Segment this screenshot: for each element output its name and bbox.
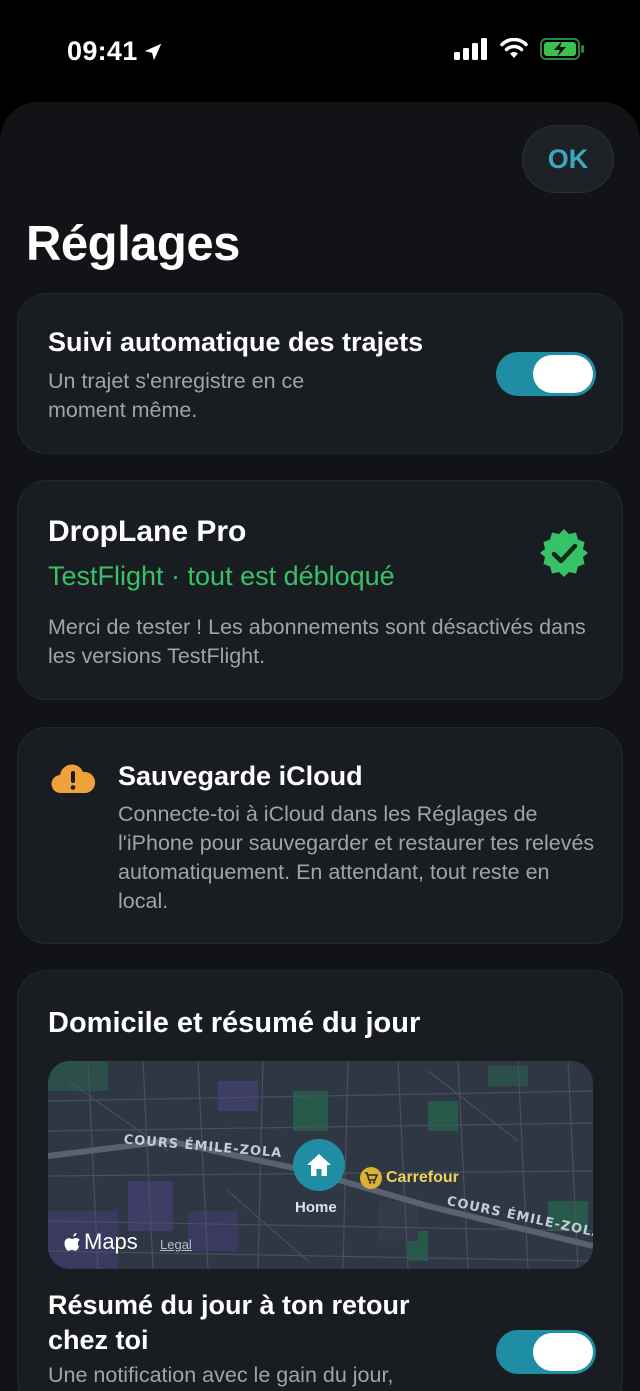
- apple-maps-brand: Maps: [64, 1229, 138, 1255]
- pro-card: DropLane Pro TestFlight · tout est déblo…: [17, 480, 623, 700]
- cellular-signal-icon: [454, 38, 487, 60]
- pro-title: DropLane Pro: [48, 515, 247, 548]
- auto-tracking-subtitle: Un trajet s'enregistre en ce moment même…: [48, 369, 305, 422]
- daily-summary-toggle[interactable]: [496, 1330, 596, 1374]
- auto-tracking-toggle[interactable]: [496, 352, 596, 396]
- auto-tracking-card: Suivi automatique des trajets Un trajet …: [17, 293, 623, 454]
- daily-summary-title: Résumé du jour à ton retour chez toi: [48, 1290, 410, 1355]
- battery-charging-icon: [540, 38, 584, 60]
- map-legal-link[interactable]: Legal: [160, 1237, 192, 1252]
- status-time: 09:41: [67, 36, 164, 67]
- apple-logo-icon: [64, 1233, 80, 1251]
- clock: 09:41: [67, 36, 138, 66]
- home-map[interactable]: COURS ÉMILE-ZOLA COURS ÉMILE-ZOLA Home C…: [48, 1061, 593, 1269]
- home-pin-icon[interactable]: [293, 1139, 345, 1191]
- shopping-cart-icon: [360, 1167, 382, 1189]
- poi-label: Carrefour: [386, 1169, 459, 1186]
- ok-button[interactable]: OK: [522, 125, 614, 193]
- status-icons: [454, 38, 586, 60]
- auto-tracking-title: Suivi automatique des trajets: [48, 327, 424, 357]
- pro-description: Merci de tester ! Les abonnements sont d…: [48, 615, 586, 668]
- icloud-title: Sauvegarde iCloud: [118, 761, 363, 791]
- location-arrow-icon: [144, 43, 161, 60]
- page-title: Réglages: [26, 217, 240, 271]
- icloud-description: Connecte-toi à iCloud dans les Réglages …: [118, 802, 595, 913]
- pro-status: TestFlight · tout est débloqué: [48, 561, 395, 591]
- daily-summary-subtitle: Une notification avec le gain du jour,: [48, 1363, 394, 1387]
- home-card: Domicile et résumé du jour COURS ÉMILE-Z…: [17, 970, 623, 1391]
- home-card-title: Domicile et résumé du jour: [48, 1007, 421, 1039]
- icloud-warning-icon: [51, 764, 96, 794]
- house-icon: [307, 1154, 331, 1176]
- poi-carrefour[interactable]: Carrefour: [360, 1167, 459, 1189]
- maps-brand-label: Maps: [84, 1229, 138, 1254]
- home-pin-label: Home: [295, 1199, 337, 1216]
- icloud-card: Sauvegarde iCloud Connecte-toi à iCloud …: [17, 727, 623, 944]
- toggle-knob: [533, 1333, 593, 1371]
- status-bar: 09:41: [0, 0, 640, 100]
- toggle-knob: [533, 355, 593, 393]
- ok-button-label: OK: [547, 143, 589, 174]
- wifi-icon: [500, 38, 528, 58]
- verified-badge-icon: [540, 529, 588, 577]
